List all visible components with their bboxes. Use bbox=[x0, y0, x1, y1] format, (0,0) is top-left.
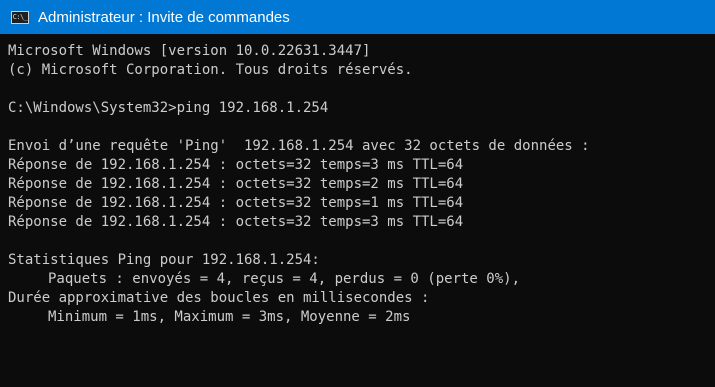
cmd-icon: C:\_ bbox=[11, 10, 29, 24]
ping-reply-line: Réponse de 192.168.1.254 : octets=32 tem… bbox=[8, 157, 464, 173]
ping-stats-title: Statistiques Ping pour 192.168.1.254: bbox=[8, 252, 320, 268]
console-line: Envoi d’une requête 'Ping' 192.168.1.254… bbox=[8, 138, 590, 154]
console-line: Microsoft Windows [version 10.0.22631.34… bbox=[8, 43, 371, 59]
console-lines: Microsoft Windows [version 10.0.22631.34… bbox=[8, 42, 715, 327]
window-title: Administrateur : Invite de commandes bbox=[38, 8, 290, 26]
ping-stats-rtt-title: Durée approximative des boucles en milli… bbox=[8, 290, 430, 306]
console-line: (c) Microsoft Corporation. Tous droits r… bbox=[8, 62, 413, 78]
console-command-line: C:\Windows\System32>ping 192.168.1.254 bbox=[8, 100, 329, 116]
console-output[interactable]: Microsoft Windows [version 10.0.22631.34… bbox=[0, 34, 715, 387]
title-bar[interactable]: C:\_ Administrateur : Invite de commande… bbox=[0, 0, 715, 34]
ping-reply-line: Réponse de 192.168.1.254 : octets=32 tem… bbox=[8, 195, 464, 211]
ping-reply-line: Réponse de 192.168.1.254 : octets=32 tem… bbox=[8, 176, 464, 192]
cmd-icon-glyph: C:\_ bbox=[12, 12, 28, 21]
ping-stats-rtt: Minimum = 1ms, Maximum = 3ms, Moyenne = … bbox=[48, 309, 411, 325]
ping-stats-packets: Paquets : envoyés = 4, reçus = 4, perdus… bbox=[48, 271, 521, 287]
cmd-window: C:\_ Administrateur : Invite de commande… bbox=[0, 0, 715, 387]
ping-reply-line: Réponse de 192.168.1.254 : octets=32 tem… bbox=[8, 214, 464, 230]
